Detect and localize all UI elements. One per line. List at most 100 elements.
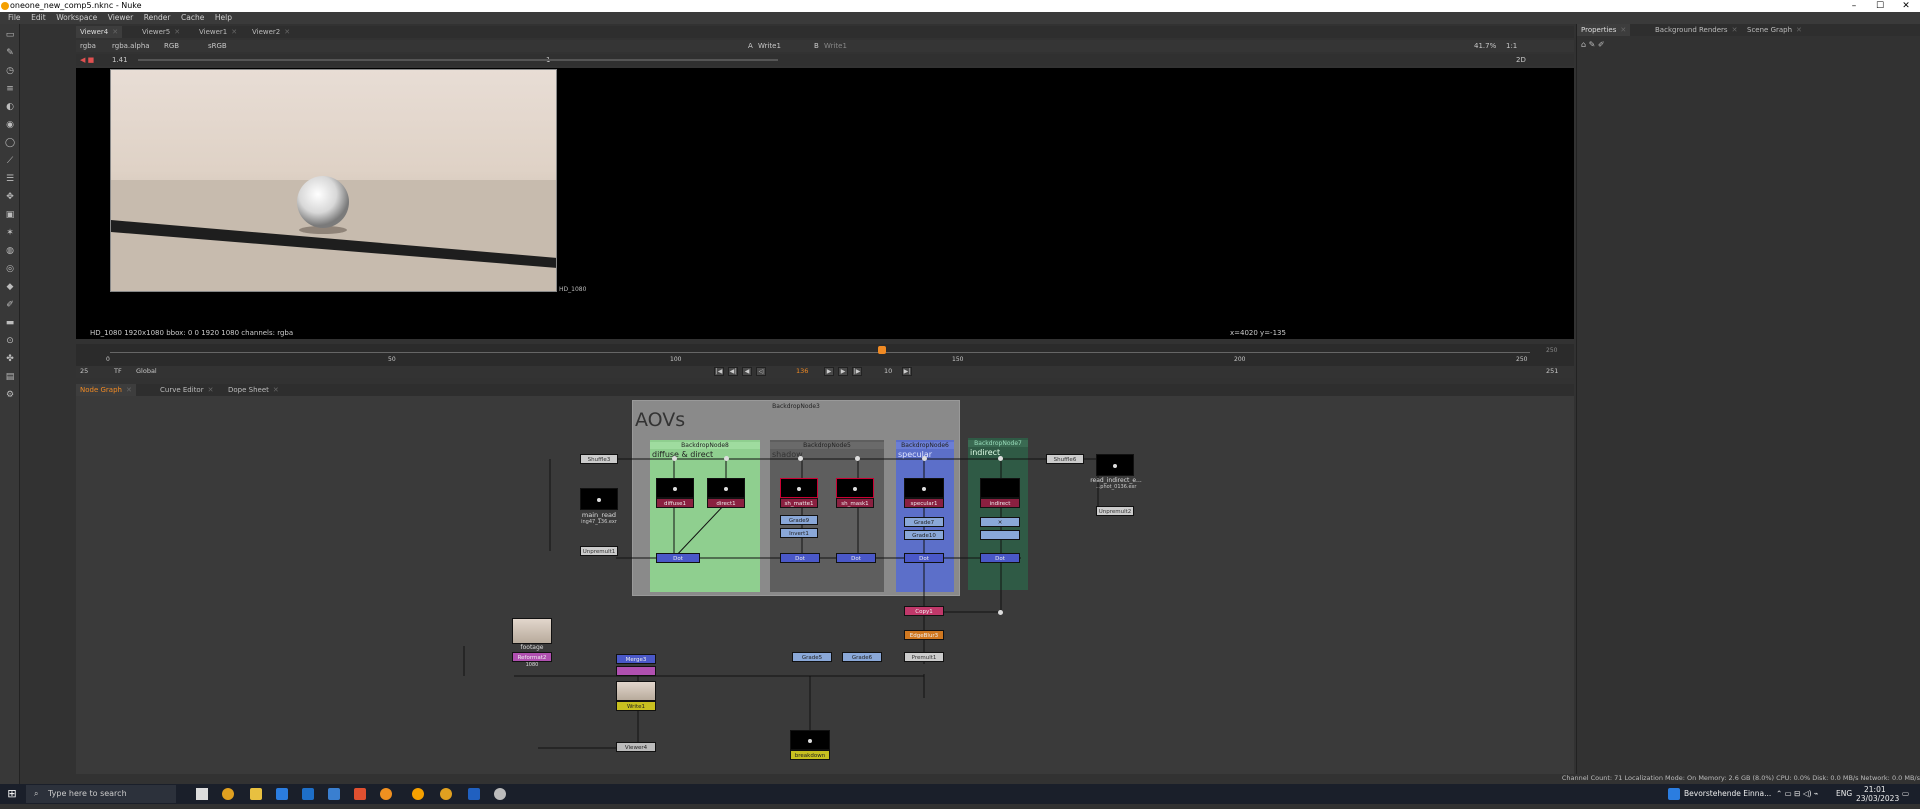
merge-shadow-2-node[interactable]: Dot — [836, 553, 876, 563]
edgeblur-node[interactable]: EdgeBlur3 — [904, 630, 944, 640]
clock-date[interactable]: 23/03/2023 — [1856, 789, 1899, 809]
dot-copy[interactable] — [998, 610, 1003, 615]
range-end[interactable]: 251 — [1546, 367, 1558, 375]
gain-value[interactable]: 1.41 — [112, 54, 128, 66]
input-b-select[interactable]: Write1 — [824, 40, 847, 52]
app-icon[interactable] — [328, 788, 340, 800]
language-indicator[interactable]: ENG — [1836, 784, 1852, 804]
tab-curve-editor[interactable]: Curve Editor ✕ — [156, 384, 217, 396]
windows-start-icon[interactable]: ⊞ — [0, 784, 24, 804]
time-icon[interactable]: ◷ — [5, 66, 15, 76]
notification-text[interactable]: Bevorstehende Einna... — [1684, 784, 1771, 804]
merge-shadow-1-node[interactable]: Dot — [780, 553, 820, 563]
indirect-grade-node[interactable] — [980, 530, 1020, 540]
step-select[interactable]: TF — [114, 367, 122, 375]
chrome2-icon[interactable] — [440, 788, 452, 800]
lut-select[interactable]: sRGB — [208, 40, 227, 52]
tray-icons[interactable]: ⌃ ▭ ⊟ ◁) ⌁ — [1776, 784, 1818, 804]
keyer-icon[interactable]: ◯ — [5, 138, 15, 148]
dot-indirect[interactable] — [998, 456, 1003, 461]
diffuse-node[interactable]: diffuse1 — [656, 498, 694, 508]
grade6-node[interactable]: Grade6 — [842, 652, 882, 662]
write-node[interactable]: Write1 — [616, 701, 656, 711]
next-key-button[interactable]: |▶ — [852, 367, 862, 376]
last-frame-button[interactable]: ▶| — [902, 367, 912, 376]
play-button[interactable]: ▶ — [824, 367, 834, 376]
merge-specular-node[interactable]: Dot — [904, 553, 944, 563]
other-icon[interactable]: ▬ — [5, 318, 15, 328]
menu-help[interactable]: Help — [215, 12, 232, 24]
unpremult-right-node[interactable]: Unpremult2 — [1096, 506, 1134, 516]
breakdown-node[interactable]: breakdown — [790, 750, 830, 760]
shuffle-left-node[interactable]: Shuffle3 — [580, 454, 618, 464]
menu-workspace[interactable]: Workspace — [56, 12, 97, 24]
settings-icon[interactable] — [494, 788, 506, 800]
3d-icon[interactable]: ▣ — [5, 210, 15, 220]
nuke-icon[interactable]: ⚙ — [5, 390, 15, 400]
first-frame-button[interactable]: |◀ — [714, 367, 724, 376]
properties-tools[interactable]: ⌂ ✎ ✐ — [1581, 40, 1605, 49]
grade7-node[interactable]: Grade7 — [904, 517, 944, 527]
next-frame-button[interactable]: ▶ — [838, 367, 848, 376]
alpha-select[interactable]: rgba.alpha — [112, 40, 150, 52]
menu-file[interactable]: File — [8, 12, 21, 24]
toolsets-icon[interactable]: ✐ — [5, 300, 15, 310]
merge3-mask-node[interactable] — [616, 666, 656, 676]
play-back-button[interactable]: ◁ — [756, 367, 766, 376]
view-mode-select[interactable]: 2D — [1516, 54, 1526, 66]
tab-viewer1[interactable]: Viewer1 ✕ — [195, 26, 241, 38]
channel-icon[interactable]: ≡ — [5, 84, 15, 94]
image-icon[interactable]: ▭ — [5, 30, 15, 40]
layers-icon[interactable]: ☰ — [5, 174, 15, 184]
ocio-icon[interactable]: ✤ — [5, 354, 15, 364]
action-center-icon[interactable]: ▭ — [1902, 784, 1909, 804]
tab-dope-sheet[interactable]: Dope Sheet ✕ — [224, 384, 283, 396]
grade10-node[interactable]: Grade10 — [904, 530, 944, 540]
furnace-icon[interactable]: ⊙ — [5, 336, 15, 346]
invert-node[interactable]: Invert1 — [780, 528, 818, 538]
tab-scene-graph[interactable]: Scene Graph ✕ — [1743, 24, 1806, 36]
increment-field[interactable]: 10 — [884, 367, 892, 375]
scope-select[interactable]: Global — [136, 367, 157, 375]
notification-icon[interactable] — [1668, 788, 1680, 800]
merge3-node[interactable]: Merge3 — [616, 654, 656, 664]
merge-icon[interactable]: ⟋ — [5, 156, 15, 166]
dot-specular[interactable] — [922, 456, 927, 461]
ratio-select[interactable]: 1:1 — [1506, 40, 1517, 52]
views-icon[interactable]: ◎ — [5, 264, 15, 274]
cara-icon[interactable]: ▤ — [5, 372, 15, 382]
deep-icon[interactable]: ◍ — [5, 246, 15, 256]
menu-cache[interactable]: Cache — [181, 12, 204, 24]
merge-indirect-node[interactable]: Dot — [980, 553, 1020, 563]
menu-viewer[interactable]: Viewer — [108, 12, 134, 24]
photoshop-icon[interactable] — [468, 788, 480, 800]
input-a-select[interactable]: Write1 — [758, 40, 781, 52]
viewer-node[interactable]: Viewer4 — [616, 742, 656, 752]
metadata-icon[interactable]: ◆ — [5, 282, 15, 292]
minimize-button[interactable]: – — [1844, 0, 1864, 12]
fps-field[interactable]: 25 — [80, 367, 88, 375]
task-view-icon[interactable] — [196, 788, 208, 800]
particles-icon[interactable]: ✶ — [5, 228, 15, 238]
prev-frame-button[interactable]: ◀ — [742, 367, 752, 376]
dot-sh-matte[interactable] — [798, 456, 803, 461]
color-icon[interactable]: ◐ — [5, 102, 15, 112]
blender-icon[interactable] — [380, 788, 392, 800]
indirect-disabled-node[interactable]: ✕ — [980, 517, 1020, 527]
dot-sh-mask[interactable] — [855, 456, 860, 461]
premult-node[interactable]: Premult1 — [904, 652, 944, 662]
dot-diffuse[interactable] — [672, 456, 677, 461]
playhead[interactable] — [878, 346, 886, 354]
close-button[interactable]: ✕ — [1896, 0, 1916, 12]
channels-select[interactable]: rgba — [80, 40, 96, 52]
indirect-node[interactable]: indirect — [980, 498, 1020, 508]
transform-icon[interactable]: ✥ — [5, 192, 15, 202]
menu-render[interactable]: Render — [144, 12, 171, 24]
current-frame[interactable]: 136 — [796, 367, 808, 375]
app2-icon[interactable] — [354, 788, 366, 800]
sh-mask-node[interactable]: sh_mask1 — [836, 498, 874, 508]
gain-slider[interactable] — [138, 59, 778, 61]
gain-icon[interactable]: ◀ ■ — [80, 54, 94, 66]
draw-icon[interactable]: ✎ — [5, 48, 15, 58]
nuke-taskbar-icon[interactable] — [412, 788, 424, 800]
